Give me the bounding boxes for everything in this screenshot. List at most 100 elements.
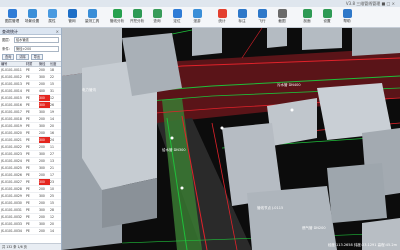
table-row[interactable]: JS-0101-0019 PE 300 20 <box>0 123 61 130</box>
export-button[interactable]: 导出 <box>30 54 44 60</box>
toolbar-button[interactable]: 漫游 <box>187 7 207 28</box>
condition-input[interactable]: 管径>200 <box>14 45 59 52</box>
cell-length: 28 <box>50 208 54 212</box>
toolbar-button[interactable]: 帮助 <box>337 7 357 28</box>
table-row[interactable]: JS-0101-0024 PE 200 13 <box>0 158 61 165</box>
toolbar-button[interactable]: 标注 <box>232 7 252 28</box>
table-row[interactable]: JS-0101-0022 PE 200 11 <box>0 144 61 151</box>
toolbar-icon <box>47 9 57 18</box>
pipe-node <box>170 136 174 140</box>
table-row[interactable]: JS-0101-0027 PE 300 23 <box>0 179 61 186</box>
toolbar-button[interactable]: 场景设置 <box>22 7 42 28</box>
table-row[interactable]: JS-0101-0021 PE 300 24 <box>0 137 61 144</box>
toolbar-button[interactable]: 剖面 <box>297 7 317 28</box>
cell-length: 21 <box>50 166 54 170</box>
toolbar-button[interactable]: 管线分析 <box>107 7 127 28</box>
table-row[interactable]: JS-0101-0023 PE 300 27 <box>0 151 61 158</box>
condition-label: 条件: <box>2 47 10 51</box>
toolbar-button[interactable]: 开挖分析 <box>127 7 147 28</box>
table-row[interactable]: JS-0101-0026 PE 200 17 <box>0 172 61 179</box>
cell-id: JS-0101-0011 <box>1 68 22 72</box>
cell-length: 11 <box>50 145 54 149</box>
cell-diameter: 200 <box>39 68 45 72</box>
toolbar-icon <box>132 9 142 18</box>
table-row[interactable]: JS-0101-0028 PE 200 10 <box>0 186 61 193</box>
toolbar-label: 统计 <box>218 19 226 23</box>
table-row[interactable]: JS-0101-0014 PE 400 31 <box>0 88 61 95</box>
table-row[interactable]: JS-0101-0011 PE 200 18 <box>0 67 61 74</box>
cell-id: JS-0101-0013 <box>1 82 22 86</box>
cell-length: 16 <box>50 131 54 135</box>
table-row[interactable]: JS-0101-0016 PE 300 26 <box>0 102 61 109</box>
scene-canvas[interactable] <box>62 28 400 250</box>
toolbar-button[interactable]: 量测工具 <box>82 7 102 28</box>
column-header-id[interactable]: 编号 <box>0 62 26 66</box>
toolbar-button[interactable]: 定位 <box>167 7 187 28</box>
cell-diameter: 200 <box>39 187 45 191</box>
cell-material: PE <box>26 215 30 219</box>
toolbar-icon <box>172 9 182 18</box>
cell-id: JS-0101-0019 <box>1 124 22 128</box>
toolbar-label: 帮助 <box>343 19 351 23</box>
table-row[interactable]: JS-0101-0025 PE 300 21 <box>0 165 61 172</box>
column-header-material[interactable]: 材质 <box>26 62 39 66</box>
3d-scene-view[interactable]: 给水管 DN300 污水管 DN400 管线节点 J-0115 电力管沟 燃气管… <box>62 28 400 250</box>
cell-length: 13 <box>50 159 54 163</box>
table-row[interactable]: JS-0101-0033 PE 300 20 <box>0 221 61 228</box>
cell-diameter: 300 <box>39 137 50 143</box>
toolbar-button[interactable]: 属性 <box>42 7 62 28</box>
column-header-diameter[interactable]: 管径 <box>39 62 50 66</box>
toolbar-label: 漫游 <box>193 19 201 23</box>
query-button[interactable]: 查询 <box>2 54 15 60</box>
toolbar-button[interactable]: 飞行 <box>252 7 272 28</box>
toolbar-button[interactable]: 统计 <box>212 7 232 28</box>
clear-button[interactable]: 清除 <box>16 54 29 60</box>
scene-label: 污水管 DN400 <box>277 83 301 87</box>
toolbar-button[interactable]: 截图 <box>272 7 292 28</box>
toolbar-button[interactable]: 管网 <box>62 7 82 28</box>
scene-label: 燃气管 DN200 <box>302 226 326 230</box>
cell-material: PE <box>26 222 30 226</box>
table-row[interactable]: JS-0101-0015 PE 300 12 <box>0 95 61 102</box>
layer-input[interactable]: 给水管线 <box>14 36 59 43</box>
table-row[interactable]: JS-0101-0017 PE 300 19 <box>0 109 61 116</box>
column-header-length[interactable]: 长度 <box>50 62 61 66</box>
table-row[interactable]: JS-0101-0032 PE 200 12 <box>0 214 61 221</box>
cell-diameter: 300 <box>39 166 45 170</box>
cell-material: PE <box>26 103 30 107</box>
toolbar-label: 飞行 <box>258 19 266 23</box>
toolbar-label: 标注 <box>238 19 246 23</box>
table-row[interactable]: JS-0101-0034 PE 200 14 <box>0 228 61 235</box>
cell-material: PE <box>26 166 30 170</box>
toolbar-label: 查询 <box>153 19 161 23</box>
cell-length: 19 <box>50 110 54 114</box>
toolbar-button[interactable]: 图层管理 <box>2 7 22 28</box>
cell-length: 12 <box>50 215 54 219</box>
cell-id: JS-0101-0026 <box>1 173 22 177</box>
result-table: JS-0101-0011 PE 200 18 JS-0101-0012 PE 300 22 JS… <box>0 67 61 235</box>
cell-diameter: 300 <box>39 110 45 114</box>
close-icon[interactable]: × <box>56 28 61 34</box>
toolbar-button[interactable]: 设置 <box>317 7 337 28</box>
cell-material: PE <box>26 159 30 163</box>
cell-diameter: 300 <box>39 102 50 108</box>
table-row[interactable]: JS-0101-0013 PE 200 15 <box>0 81 61 88</box>
toolbar-button[interactable]: 查询 <box>147 7 167 28</box>
cell-material: PE <box>26 208 30 212</box>
cell-length: 27 <box>50 152 54 156</box>
table-row[interactable]: JS-0101-0031 PE 300 28 <box>0 207 61 214</box>
table-row[interactable]: JS-0101-0030 PE 200 15 <box>0 200 61 207</box>
layer-label: 图层: <box>2 38 10 42</box>
cell-material: PE <box>26 110 30 114</box>
table-row[interactable]: JS-0101-0018 PE 200 14 <box>0 116 61 123</box>
cell-length: 22 <box>50 75 54 79</box>
table-row[interactable]: JS-0101-0020 PE 200 16 <box>0 130 61 137</box>
cell-diameter: 300 <box>39 179 50 185</box>
cell-length: 26 <box>50 103 54 107</box>
table-row[interactable]: JS-0101-0012 PE 300 22 <box>0 74 61 81</box>
toolbar-icon <box>152 9 162 18</box>
table-row[interactable]: JS-0101-0029 PE 300 25 <box>0 193 61 200</box>
toolbar-icon <box>257 9 267 18</box>
building-14 <box>327 163 387 223</box>
cell-material: PE <box>26 131 30 135</box>
